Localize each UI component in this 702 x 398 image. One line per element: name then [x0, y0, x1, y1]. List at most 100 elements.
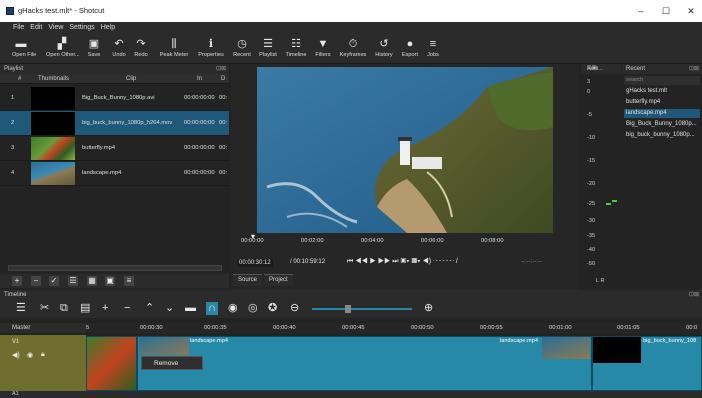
- jobs-button[interactable]: ≡ Jobs: [425, 36, 441, 58]
- playlist-row[interactable]: 1 Big_Buck_Bunny_1080p.avi 00:00:00:00 0…: [0, 86, 229, 111]
- undo-button[interactable]: ↶ Undo: [111, 36, 127, 58]
- paste-icon[interactable]: ▤: [80, 302, 90, 315]
- recent-search-input[interactable]: search: [624, 76, 700, 85]
- track-name: V1: [12, 339, 20, 345]
- title-bar: gHacks test.mlt* - Shotcut – ☐ ✕: [0, 0, 702, 22]
- clip-thumbnail: [139, 337, 189, 355]
- menu-settings[interactable]: Settings: [66, 22, 97, 31]
- timeline-button[interactable]: ☷ Timeline: [284, 36, 308, 58]
- icon-view-button[interactable]: ▣: [105, 276, 115, 286]
- keyframes-button[interactable]: ⏱ Keyframes: [337, 36, 369, 58]
- timeline-menu-icon[interactable]: ☰: [16, 302, 26, 315]
- zoom-out-icon[interactable]: ⊖: [290, 302, 299, 315]
- remove-icon[interactable]: −: [124, 302, 130, 315]
- zoom-in-icon[interactable]: ⊕: [424, 302, 433, 315]
- playlist-row[interactable]: 4 landscape.mp4 00:00:00:00 00:: [0, 161, 229, 186]
- menu-bar: File Edit View Settings Help: [0, 22, 702, 34]
- timeline-scrollbar[interactable]: A1: [0, 391, 702, 398]
- recent-button[interactable]: ◷ Recent: [231, 36, 253, 58]
- open-other-button[interactable]: ▞ Open Other...: [46, 36, 80, 58]
- close-button[interactable]: ✕: [680, 4, 702, 18]
- landscape-frame-image: [257, 67, 553, 233]
- playlist-column-headers: # Thumbnails Clip In D: [0, 74, 229, 84]
- video-preview[interactable]: [257, 67, 553, 233]
- menu-help[interactable]: Help: [98, 22, 118, 31]
- playlist-panel: Playlist ⊡⊠ # Thumbnails Clip In D 1 Big_…: [0, 64, 229, 290]
- minimize-button[interactable]: –: [630, 4, 652, 18]
- playlist-scrollbar[interactable]: [8, 265, 222, 271]
- filters-button[interactable]: ▼ Filters: [313, 36, 333, 58]
- tab-source[interactable]: Source: [233, 274, 263, 286]
- peak-meter-button[interactable]: ⫼ Peak Meter: [158, 36, 190, 58]
- thumbnail: [31, 112, 75, 135]
- details-view-button[interactable]: ☰: [68, 276, 78, 286]
- panel-float-close-icon[interactable]: ⊡⊠: [216, 65, 226, 72]
- playhead-marker[interactable]: ▾: [251, 232, 255, 241]
- eye-icon[interactable]: ◉: [27, 351, 33, 359]
- ripple-all-icon[interactable]: ✪: [268, 302, 277, 315]
- context-menu-remove[interactable]: Remove: [141, 356, 203, 370]
- redo-button[interactable]: ↷ Redo: [132, 36, 150, 58]
- level-indicator-left: [606, 203, 611, 205]
- history-button[interactable]: ↺ History: [373, 36, 395, 58]
- redo-icon: ↷: [136, 38, 146, 50]
- current-time-field[interactable]: 00:00:30:12: [237, 259, 273, 267]
- timeline-clip-butterfly[interactable]: [86, 336, 137, 391]
- copy-icon[interactable]: ⧉: [60, 302, 68, 315]
- timeline-clip-landscape[interactable]: landscape.mp4 landscape.mp4: [137, 336, 592, 391]
- zoom-slider[interactable]: [312, 308, 412, 310]
- ripple-icon[interactable]: ◎: [248, 302, 258, 315]
- recent-item[interactable]: gHacks test.mlt: [624, 87, 700, 96]
- panel-float-close-icon[interactable]: ⊡⊠: [587, 65, 620, 71]
- lift-icon[interactable]: ⌃: [145, 302, 154, 315]
- zoom-slider-handle[interactable]: [345, 305, 351, 313]
- menu-edit[interactable]: Edit: [27, 22, 45, 31]
- thumbnail: [31, 87, 75, 110]
- playlist-row-selected[interactable]: 2 big_buck_bunny_1080p_h264.mov 00:00:00…: [0, 111, 229, 136]
- save-button[interactable]: ▣ Save: [86, 36, 102, 58]
- timeline-ruler[interactable]: 5 00:00:30 00:00:35 00:00:40 00:00:45 00…: [86, 323, 702, 333]
- audio-meter-panel: Audi... ⊡⊠ 3 0 -5 -10 -15 -20 -25 -30 -35…: [581, 64, 621, 290]
- properties-button[interactable]: ℹ Properties: [196, 36, 226, 58]
- remove-button[interactable]: −: [31, 276, 41, 286]
- tab-project[interactable]: Project: [264, 274, 293, 286]
- export-icon: ●: [406, 38, 414, 50]
- panel-float-close-icon[interactable]: ⊡⊠: [689, 291, 699, 298]
- main-toolbar: ▬ Open File ▞ Open Other... ▣ Save ↶ Undo ↷ R…: [0, 34, 702, 64]
- maximize-button[interactable]: ☐: [655, 4, 677, 18]
- playlist-header: Playlist ⊡⊠: [0, 64, 229, 74]
- thumbnail: [31, 137, 75, 160]
- add-button[interactable]: +: [12, 276, 22, 286]
- mute-icon[interactable]: ◀): [12, 351, 20, 359]
- recent-item[interactable]: Big_Buck_Bunny_1080p...: [624, 120, 700, 129]
- clip-thumbnail: [593, 337, 641, 363]
- update-check-button[interactable]: ✓: [49, 276, 59, 286]
- timecode-ruler[interactable]: 00:00:00 00:02:00 00:04:00 00:06:00 00:0…: [239, 232, 569, 253]
- recent-item-selected[interactable]: landscape.mp4: [624, 109, 700, 118]
- lock-icon[interactable]: 🔒︎: [41, 351, 45, 359]
- cut-icon[interactable]: ✂: [40, 302, 49, 315]
- transport-controls[interactable]: ⏮ ◀◀ ▶ ▶▶ ⏭ ▣▾ ▦▾ ◀) ┄┄┄ /: [347, 258, 458, 266]
- playlist-button[interactable]: ☰ Playlist: [257, 36, 279, 58]
- timeline-clip-big-buck-bunny[interactable]: big_buck_bunny_108: [592, 336, 702, 391]
- export-button[interactable]: ● Export: [400, 36, 420, 58]
- open-file-button[interactable]: ▬ Open File: [12, 36, 36, 58]
- thumbnail: [31, 162, 75, 185]
- undo-icon: ↶: [114, 38, 124, 50]
- menu-view[interactable]: View: [45, 22, 66, 31]
- menu-button[interactable]: ≡: [124, 276, 134, 286]
- tiles-view-button[interactable]: ▦: [87, 276, 97, 286]
- recent-item[interactable]: big_buck_bunny_1080p...: [624, 131, 700, 140]
- append-icon[interactable]: +: [102, 302, 108, 315]
- recent-item[interactable]: butterfly.mp4: [624, 98, 700, 107]
- menu-file[interactable]: File: [10, 22, 27, 31]
- overwrite-icon[interactable]: ⌄: [165, 302, 174, 315]
- playlist-row[interactable]: 3 butterfly.mp4 00:00:00:00 00:: [0, 136, 229, 161]
- snap-magnet-icon[interactable]: ∩: [206, 302, 218, 315]
- track-head-v1[interactable]: V1 ◀) ◉ 🔒︎: [0, 335, 86, 391]
- timeline-icon: ☷: [291, 38, 301, 50]
- panel-float-close-icon[interactable]: ⊡⊠: [689, 65, 699, 72]
- stopwatch-icon: ⏱: [348, 38, 358, 50]
- scrub-icon[interactable]: ◉: [228, 302, 238, 315]
- split-icon[interactable]: ▬: [185, 302, 196, 315]
